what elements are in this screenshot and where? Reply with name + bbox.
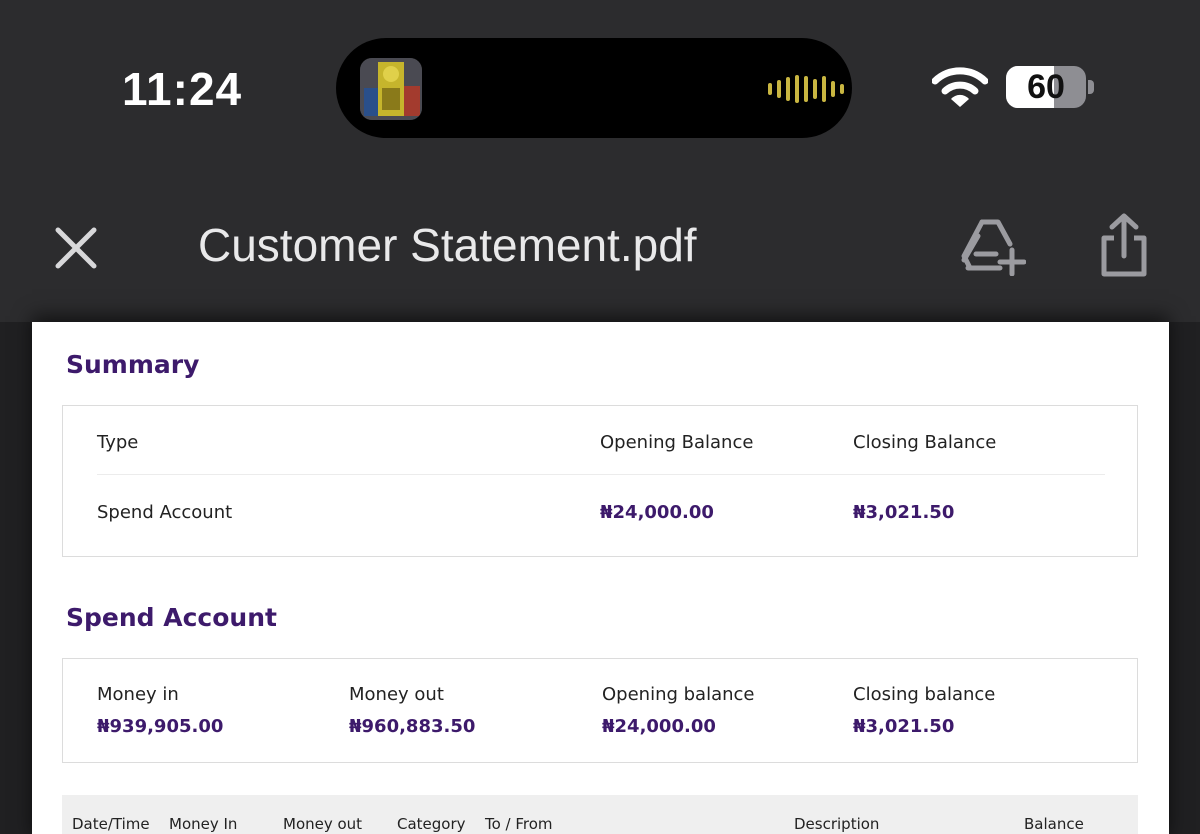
spend-account-heading: Spend Account <box>66 603 277 632</box>
th-date-time: Date/Time <box>72 815 150 833</box>
audio-wave-icon <box>768 75 844 103</box>
summary-col-opening: Opening Balance <box>600 432 754 453</box>
th-money-in: Money In <box>169 815 238 833</box>
summary-col-type: Type <box>97 432 139 453</box>
summary-heading: Summary <box>66 350 200 379</box>
close-icon <box>55 227 97 269</box>
pdf-page: Summary Type Opening Balance Closing Bal… <box>32 322 1169 834</box>
close-button[interactable] <box>52 224 100 272</box>
stat-opening-value: ₦24,000.00 <box>602 716 716 737</box>
share-button[interactable] <box>1096 212 1152 278</box>
dynamic-island[interactable] <box>336 38 852 138</box>
stat-money-in-value: ₦939,905.00 <box>97 716 224 737</box>
share-icon <box>1101 213 1147 277</box>
th-balance: Balance <box>1024 815 1084 833</box>
stat-closing-value: ₦3,021.50 <box>853 716 955 737</box>
transactions-table-header: Date/Time Money In Money out Category To… <box>62 795 1138 834</box>
summary-row-opening: ₦24,000.00 <box>600 502 714 523</box>
divider <box>97 474 1105 475</box>
battery-icon: 60 <box>1006 66 1094 110</box>
th-description: Description <box>794 815 880 833</box>
stat-closing-label: Closing balance <box>853 684 996 705</box>
stat-money-in-label: Money in <box>97 684 179 705</box>
th-money-out: Money out <box>283 815 363 833</box>
status-time: 11:24 <box>122 63 243 115</box>
stat-opening-label: Opening balance <box>602 684 755 705</box>
battery-percent: 60 <box>1027 68 1065 106</box>
th-to-from: To / From <box>485 815 553 833</box>
summary-row-type: Spend Account <box>97 502 233 523</box>
summary-row-closing: ₦3,021.50 <box>853 502 955 523</box>
summary-card: Type Opening Balance Closing Balance Spe… <box>62 405 1138 557</box>
wifi-icon <box>931 66 989 110</box>
stat-money-out-label: Money out <box>349 684 444 705</box>
pdf-viewer[interactable]: Summary Type Opening Balance Closing Bal… <box>0 322 1200 834</box>
app-thumbnail-icon[interactable] <box>360 58 422 120</box>
viewer-toolbar: Customer Statement.pdf <box>0 180 1200 322</box>
th-category: Category <box>397 815 466 833</box>
add-to-drive-button[interactable] <box>960 216 1027 277</box>
status-bar: 11:24 60 <box>0 0 1200 180</box>
add-to-drive-icon <box>961 219 1027 277</box>
summary-col-closing: Closing Balance <box>853 432 997 453</box>
spend-account-card: Money in ₦939,905.00 Money out ₦960,883.… <box>62 658 1138 763</box>
stat-money-out-value: ₦960,883.50 <box>349 716 476 737</box>
document-title: Customer Statement.pdf <box>198 219 697 271</box>
